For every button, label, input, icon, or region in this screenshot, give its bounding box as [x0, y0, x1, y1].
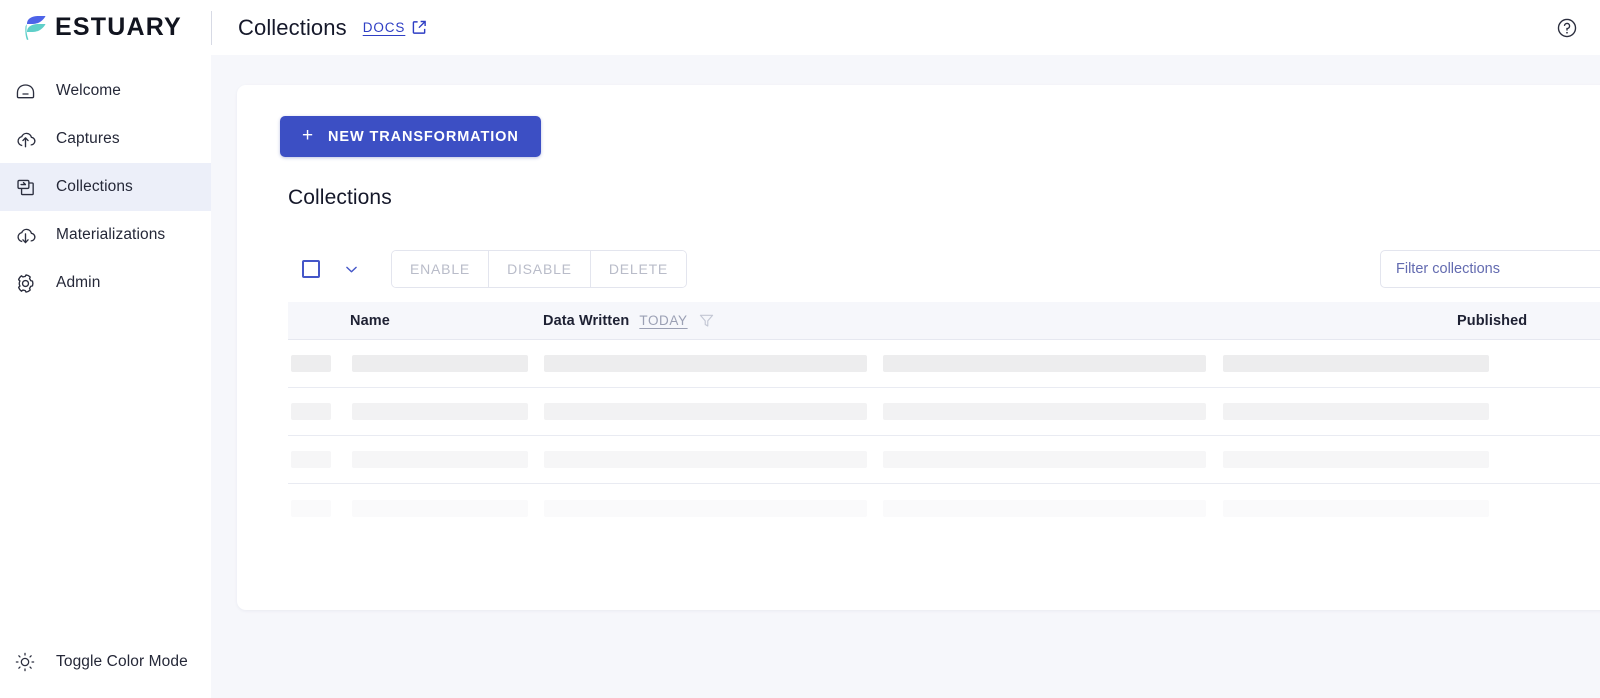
skeleton-cell-data-written	[544, 499, 867, 517]
sidebar-item-label: Materializations	[56, 226, 166, 243]
skeleton-cell-checkbox	[291, 355, 331, 372]
skeleton-cell-checkbox	[291, 499, 331, 517]
disable-button[interactable]: DISABLE	[489, 251, 591, 287]
cloud-download-icon	[12, 222, 38, 248]
collections-table: Name Data Written TODAY Published	[288, 302, 1600, 532]
skeleton-cell-middle	[883, 403, 1206, 420]
help-button[interactable]	[1552, 13, 1582, 43]
skeleton-cell-data-written	[544, 355, 867, 372]
home-icon	[12, 78, 38, 104]
enable-button[interactable]: ENABLE	[392, 251, 490, 287]
skeleton-cell-data-written	[544, 403, 867, 420]
estuary-wave-logo	[25, 15, 46, 40]
skeleton-cell-name	[352, 499, 528, 517]
skeleton-cell-published	[1223, 403, 1489, 420]
select-all-checkbox[interactable]	[302, 260, 320, 278]
sidebar-item-welcome[interactable]: Welcome	[0, 67, 211, 115]
brand-logo[interactable]: ESTUARY	[0, 0, 211, 55]
skeleton-cell-checkbox	[291, 451, 331, 468]
docs-link[interactable]: DOCS	[363, 20, 428, 35]
top-bar: ESTUARY Collections DOCS	[0, 0, 1600, 55]
new-transformation-label: NEW TRANSFORMATION	[328, 128, 519, 145]
skeleton-cell-name	[352, 403, 528, 420]
sidebar-item-captures[interactable]: Captures	[0, 115, 211, 163]
sidebar-item-admin[interactable]: Admin	[0, 259, 211, 307]
cloud-upload-icon	[12, 126, 38, 152]
bulk-action-button-group: ENABLE DISABLE DELETE	[391, 250, 688, 288]
skeleton-cell-name	[352, 355, 528, 372]
external-link-icon	[413, 20, 427, 34]
sidebar-item-collections[interactable]: Collections	[0, 163, 211, 211]
skeleton-cell-checkbox	[291, 403, 331, 420]
skeleton-cell-published	[1223, 499, 1489, 517]
data-written-filter-label[interactable]: TODAY	[639, 313, 687, 328]
table-row[interactable]	[288, 340, 1600, 388]
table-toolbar: ENABLE DISABLE DELETE	[281, 247, 1600, 291]
sun-icon	[12, 649, 38, 675]
skeleton-cell-middle	[883, 451, 1206, 468]
sidebar-item-label: Captures	[56, 130, 120, 147]
sidebar-footer: Toggle Color Mode	[0, 638, 211, 698]
topbar-main: Collections DOCS	[212, 15, 1552, 41]
table-row[interactable]	[288, 388, 1600, 436]
table-header-data-written: Data Written TODAY	[543, 312, 1457, 329]
table-header-name: Name	[350, 312, 390, 329]
sidebar-item-label: Admin	[56, 274, 101, 291]
table-row[interactable]	[288, 484, 1600, 532]
gear-icon	[12, 270, 38, 296]
skeleton-cell-published	[1223, 451, 1489, 468]
table-header-published: Published	[1457, 312, 1528, 329]
skeleton-cell-middle	[883, 499, 1206, 517]
table-header-row: Name Data Written TODAY Published	[288, 302, 1600, 340]
section-heading: Collections	[288, 186, 392, 209]
new-transformation-button[interactable]: + NEW TRANSFORMATION	[280, 116, 541, 157]
docs-link-label: DOCS	[362, 20, 406, 35]
delete-button[interactable]: DELETE	[590, 251, 687, 287]
sidebar-item-materializations[interactable]: Materializations	[0, 211, 211, 259]
brand-name: ESTUARY	[55, 13, 182, 41]
collections-card: + NEW TRANSFORMATION Collections ENABLE …	[237, 85, 1600, 610]
collections-icon	[12, 174, 38, 200]
select-menu-button[interactable]	[340, 258, 362, 280]
toggle-color-mode-label: Toggle Color Mode	[56, 653, 188, 670]
sidebar: Welcome Captures Collections Materializa…	[0, 55, 211, 698]
table-header-data-written-label: Data Written	[543, 312, 630, 329]
plus-icon: +	[302, 125, 314, 146]
toggle-color-mode-button[interactable]: Toggle Color Mode	[0, 638, 211, 686]
filter-collections-input[interactable]	[1380, 250, 1600, 288]
table-row[interactable]	[288, 436, 1600, 484]
skeleton-cell-middle	[883, 355, 1206, 372]
chevron-down-icon	[345, 266, 357, 272]
skeleton-cell-published	[1223, 355, 1489, 372]
page-title: Collections	[238, 14, 347, 40]
skeleton-cell-data-written	[544, 451, 867, 468]
help-circle-icon	[1557, 18, 1577, 37]
sidebar-item-label: Collections	[56, 178, 133, 195]
sidebar-item-label: Welcome	[56, 82, 122, 99]
sidebar-nav-list: Welcome Captures Collections Materializa…	[0, 55, 211, 307]
funnel-icon[interactable]	[698, 312, 715, 329]
skeleton-cell-name	[352, 451, 528, 468]
